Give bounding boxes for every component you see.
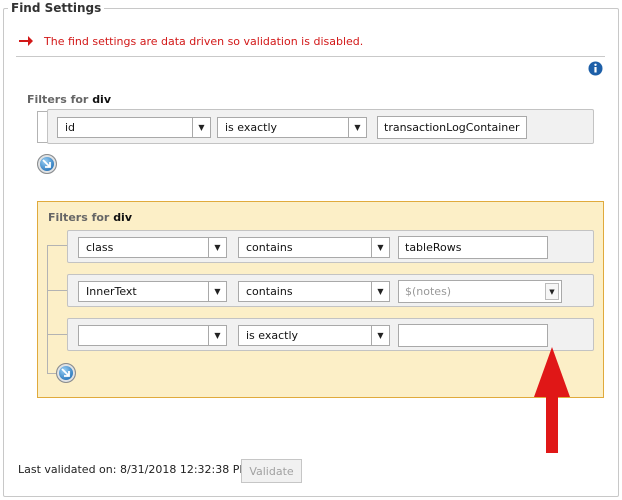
tree-line bbox=[47, 334, 67, 335]
inner-filters-title: Filters for div bbox=[48, 211, 132, 224]
warning-text: The find settings are data driven so val… bbox=[44, 34, 364, 48]
filter-row: InnerText ▼ contains ▼ $(notes) ▼ bbox=[67, 274, 594, 307]
chevron-down-icon[interactable]: ▼ bbox=[208, 238, 226, 257]
add-arrow-icon bbox=[61, 368, 70, 377]
validate-button-label: Validate bbox=[249, 464, 294, 478]
attribute-value: id bbox=[65, 121, 76, 134]
red-arrow-icon bbox=[19, 36, 33, 46]
operator-value: contains bbox=[246, 241, 293, 254]
filters-element: div bbox=[113, 211, 133, 224]
operator-value: contains bbox=[246, 285, 293, 298]
attribute-value: InnerText bbox=[86, 285, 137, 298]
nested-filter-group: Filters for div class ▼ contains ▼ table… bbox=[37, 201, 604, 398]
attribute-dropdown[interactable]: id ▼ bbox=[57, 117, 211, 138]
divider bbox=[16, 56, 605, 57]
tree-line bbox=[47, 290, 67, 291]
panel-title: Find Settings bbox=[8, 0, 105, 16]
chevron-down-icon[interactable]: ▼ bbox=[208, 282, 226, 301]
value-input[interactable]: tableRows bbox=[398, 236, 548, 259]
chevron-down-icon[interactable]: ▼ bbox=[371, 326, 389, 345]
last-validated-text: Last validated on: 8/31/2018 12:32:38 PM bbox=[18, 463, 249, 476]
filters-element: div bbox=[92, 93, 112, 106]
operator-dropdown[interactable]: contains ▼ bbox=[238, 237, 390, 258]
chevron-down-icon[interactable]: ▼ bbox=[208, 326, 226, 345]
chevron-down-icon[interactable]: ▼ bbox=[348, 118, 366, 137]
add-filter-group-button[interactable] bbox=[37, 154, 57, 174]
chevron-down-icon[interactable]: ▼ bbox=[545, 283, 559, 300]
filter-row: id ▼ is exactly ▼ transactionLogContaine… bbox=[47, 109, 594, 144]
value-text: tableRows bbox=[405, 241, 462, 254]
operator-dropdown[interactable]: is exactly ▼ bbox=[217, 117, 367, 138]
warning-message: The find settings are data driven so val… bbox=[18, 33, 363, 49]
filters-for-label: Filters for bbox=[48, 211, 110, 224]
operator-value: is exactly bbox=[246, 329, 299, 342]
value-input[interactable]: transactionLogContainer bbox=[377, 116, 527, 139]
operator-dropdown[interactable]: is exactly ▼ bbox=[238, 325, 390, 346]
value-placeholder: $(notes) bbox=[405, 285, 452, 298]
value-input[interactable] bbox=[398, 324, 548, 347]
tree-line bbox=[37, 111, 47, 112]
tree-line bbox=[37, 111, 38, 142]
value-text: transactionLogContainer bbox=[384, 121, 520, 134]
red-up-arrow bbox=[534, 347, 570, 453]
add-arrow-icon bbox=[42, 159, 51, 168]
filter-row: ▼ is exactly ▼ bbox=[67, 318, 594, 351]
attribute-dropdown[interactable]: ▼ bbox=[78, 325, 227, 346]
value-combo-input[interactable]: $(notes) ▼ bbox=[398, 280, 562, 303]
chevron-down-icon[interactable]: ▼ bbox=[371, 238, 389, 257]
info-icon[interactable] bbox=[588, 61, 603, 76]
attribute-dropdown[interactable]: InnerText ▼ bbox=[78, 281, 227, 302]
add-filter-group-button[interactable] bbox=[56, 363, 76, 383]
tree-line bbox=[47, 245, 67, 246]
validate-button[interactable]: Validate bbox=[241, 459, 302, 483]
attribute-dropdown[interactable]: class ▼ bbox=[78, 237, 227, 258]
attribute-value: class bbox=[86, 241, 114, 254]
chevron-down-icon[interactable]: ▼ bbox=[371, 282, 389, 301]
chevron-down-icon[interactable]: ▼ bbox=[192, 118, 210, 137]
filter-row: class ▼ contains ▼ tableRows bbox=[67, 230, 594, 263]
outer-filters-title: Filters for div bbox=[27, 93, 111, 106]
tree-line bbox=[47, 245, 48, 373]
operator-value: is exactly bbox=[225, 121, 278, 134]
filters-for-label: Filters for bbox=[27, 93, 89, 106]
operator-dropdown[interactable]: contains ▼ bbox=[238, 281, 390, 302]
